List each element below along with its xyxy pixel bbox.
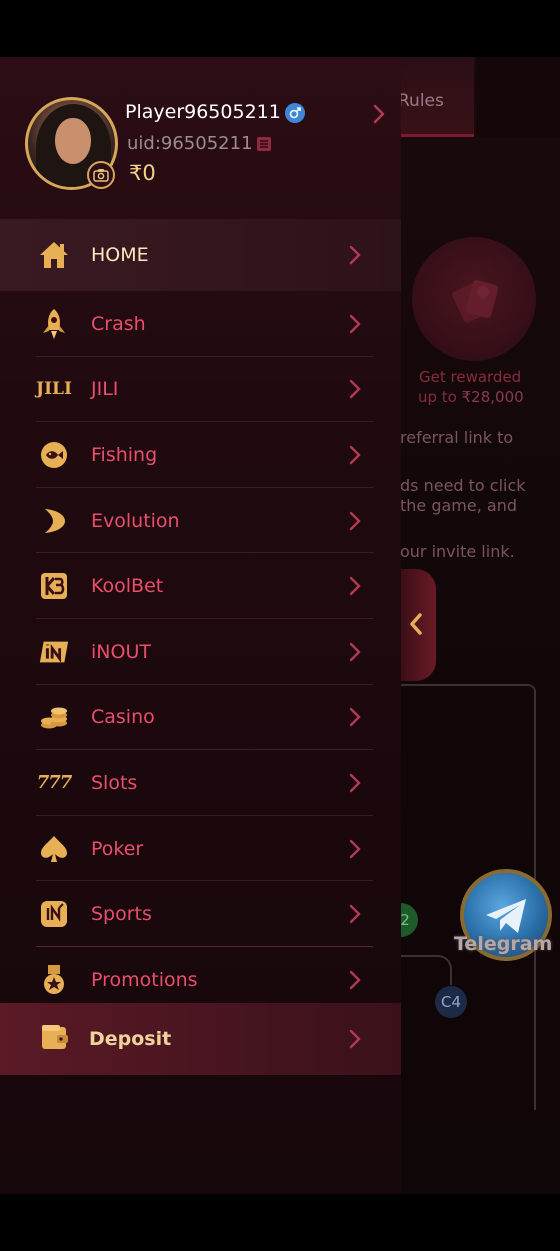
menu-item-jili[interactable]: JILI JILI <box>0 357 401 423</box>
chevron-right-icon <box>349 576 361 596</box>
rocket-icon <box>38 308 70 340</box>
jili-logo-text: JILI <box>36 379 72 400</box>
menu-item-poker[interactable]: Poker <box>0 816 401 882</box>
menu-item-casino[interactable]: Casino <box>0 685 401 751</box>
navigation-bar <box>0 1194 560 1251</box>
telegram-label: Telegram <box>454 933 553 955</box>
menu-item-label: Evolution <box>91 509 180 532</box>
menu-item-evolution[interactable]: Evolution <box>0 488 401 554</box>
tree-line <box>400 955 452 985</box>
menu-item-crash[interactable]: Crash <box>0 291 401 357</box>
fish-icon <box>38 439 70 471</box>
gift-cards-icon <box>452 280 499 323</box>
menu-item-label: Poker <box>91 837 144 860</box>
chevron-right-icon <box>349 1029 361 1049</box>
menu-item-slots[interactable]: 777 Slots <box>0 750 401 816</box>
tab-rules-label: Rules <box>398 91 444 111</box>
menu-item-label: JILI <box>91 378 119 401</box>
menu-item-label: Casino <box>91 706 155 729</box>
player-name: Player96505211 <box>125 101 281 123</box>
menu-item-koolbet[interactable]: KoolBet <box>0 553 401 619</box>
deposit-label: Deposit <box>89 1028 172 1050</box>
tab-rules[interactable]: Rules <box>392 57 474 137</box>
menu-item-fishing[interactable]: Fishing <box>0 422 401 488</box>
chevron-right-icon <box>349 380 361 399</box>
chips-icon <box>38 701 70 733</box>
menu-item-label: Slots <box>91 771 138 794</box>
avatar-face <box>55 118 91 164</box>
menu-item-label: Fishing <box>91 443 158 466</box>
tab-blank <box>476 57 560 137</box>
chevron-right-icon <box>349 970 361 989</box>
menu-item-label: Promotions <box>91 968 198 991</box>
invite-text-1: referral link to <box>400 428 514 447</box>
reward-line-1: Get rewarded <box>419 368 522 386</box>
drawer-close-handle[interactable] <box>400 569 436 681</box>
chevron-right-icon[interactable] <box>372 103 386 125</box>
menu-item-inout[interactable]: iNOUT <box>0 619 401 685</box>
inout-icon <box>38 636 70 668</box>
chevron-right-icon <box>349 245 361 265</box>
camera-icon[interactable] <box>87 161 115 189</box>
chevron-right-icon <box>349 708 361 727</box>
menu-item-label: Sports <box>91 903 152 926</box>
menu-item-label: iNOUT <box>91 640 151 663</box>
evolution-icon <box>38 505 70 537</box>
koolbet-icon <box>38 570 70 602</box>
status-bar <box>0 0 560 57</box>
user-id: uid:96505211 <box>127 133 253 154</box>
invite-text-3: the game, and <box>400 496 518 515</box>
invite-text-4: our invite link. <box>400 542 515 561</box>
menu-item-label: HOME <box>91 244 149 266</box>
chevron-right-icon <box>349 642 361 661</box>
chevron-right-icon <box>349 904 361 924</box>
male-icon <box>285 103 305 123</box>
chevron-right-icon <box>349 314 361 333</box>
profile-header[interactable]: Player96505211 uid:96505211 ₹0 <box>0 57 401 219</box>
medal-icon <box>38 964 70 996</box>
copy-icon[interactable] <box>255 135 273 153</box>
reward-line-2: up to ₹28,000 <box>418 388 524 406</box>
chevron-right-icon <box>349 773 361 793</box>
balance: ₹0 <box>129 161 156 185</box>
chevron-right-icon <box>349 445 361 465</box>
chevron-right-icon <box>349 839 361 858</box>
menu-item-sports[interactable]: Sports <box>0 881 401 947</box>
side-drawer: Player96505211 uid:96505211 ₹0 HOME Cras… <box>0 57 401 1194</box>
home-icon <box>38 239 70 271</box>
node-c4: C4 <box>435 986 467 1018</box>
reward-amount: ₹28,000 <box>461 388 524 406</box>
spade-icon <box>38 833 70 865</box>
menu-item-home[interactable]: HOME <box>0 219 401 291</box>
jili-logo-icon: JILI <box>33 373 75 405</box>
chevron-left-icon <box>410 613 422 635</box>
menu-item-label: Crash <box>91 312 146 335</box>
deposit-button[interactable]: Deposit <box>0 1003 401 1075</box>
sports-icon <box>38 898 70 930</box>
menu-list: HOME Crash JILI JILI Fishing Evolution K… <box>0 219 401 1013</box>
invite-text-2: ds need to click <box>400 476 526 495</box>
slots-777-text: 777 <box>36 772 73 794</box>
chevron-right-icon <box>349 511 361 530</box>
reward-prefix: up to <box>418 388 462 406</box>
slots-777-icon: 777 <box>36 767 73 799</box>
menu-item-label: KoolBet <box>91 575 164 598</box>
wallet-icon <box>40 1023 70 1055</box>
